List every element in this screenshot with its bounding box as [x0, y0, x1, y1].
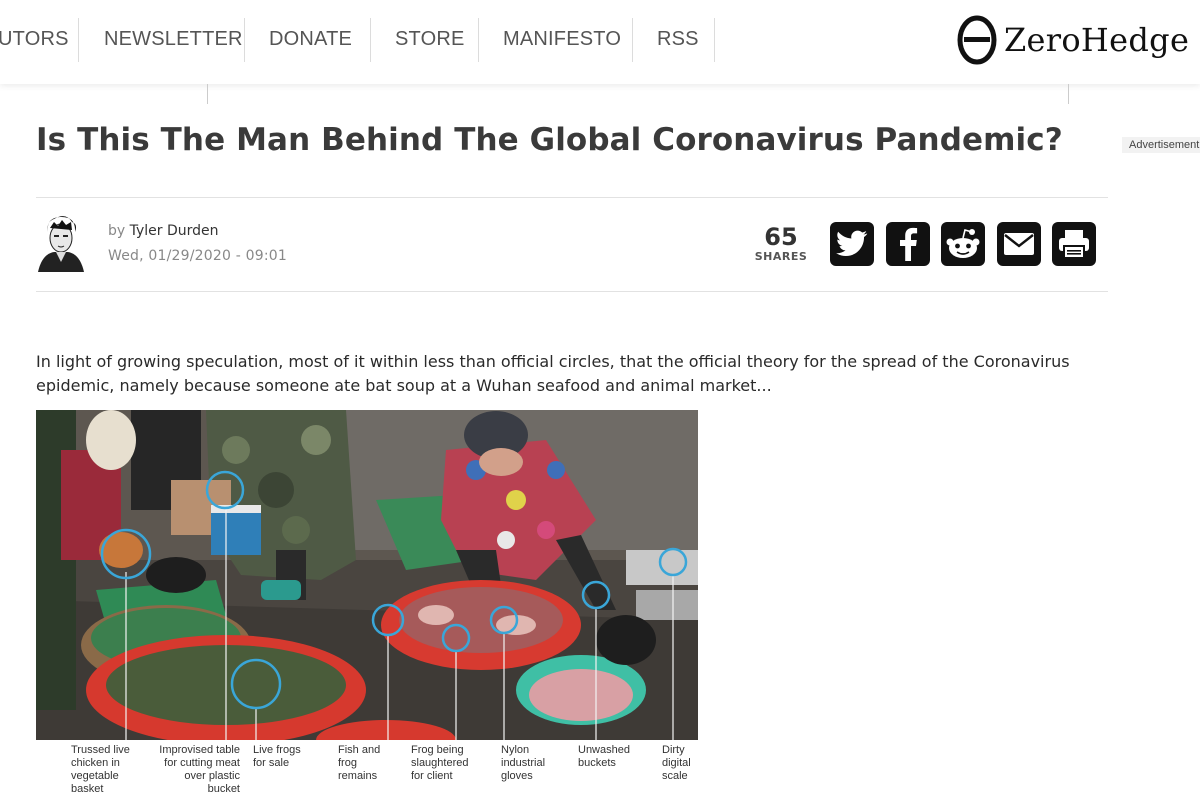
caption-table: Improvised table for cutting meat over p…	[159, 744, 240, 795]
publish-date: Wed, 01/29/2020 - 09:01	[108, 248, 288, 264]
nav-divider	[78, 18, 79, 62]
author-avatar[interactable]	[36, 214, 86, 272]
meta-divider	[36, 291, 1108, 292]
subnav-divider	[1068, 84, 1069, 104]
share-counter: 65 SHARES	[752, 224, 810, 263]
print-icon	[1059, 230, 1089, 258]
site-logo[interactable]: ZeroHedge	[956, 12, 1189, 68]
advertisement-label: Advertisement	[1122, 137, 1200, 153]
twitter-icon	[836, 230, 868, 256]
nav-divider	[244, 18, 245, 62]
zerohedge-logo-icon	[957, 15, 997, 65]
nav-donate[interactable]: DONATE	[269, 0, 352, 78]
author-name[interactable]: Tyler Durden	[130, 223, 219, 239]
article-title: Is This The Man Behind The Global Corona…	[36, 122, 1063, 158]
caption-chicken: Trussed live chicken in vegetable basket	[71, 744, 130, 795]
reddit-icon	[946, 229, 980, 258]
logo-wordmark: ZeroHedge	[1004, 21, 1190, 59]
nav-divider	[632, 18, 633, 62]
header-divider	[36, 197, 1108, 198]
nav-divider	[714, 18, 715, 62]
wuhan-market-photo	[36, 410, 698, 740]
share-count: 65	[764, 223, 798, 251]
share-label: SHARES	[754, 250, 808, 263]
caption-frogs: Live frogs for sale	[253, 744, 301, 769]
caption-slaughter: Frog being slaughtered for client	[411, 744, 469, 782]
email-icon	[1004, 233, 1034, 255]
nav-divider	[370, 18, 371, 62]
share-facebook-button[interactable]	[886, 222, 930, 266]
nav-divider	[478, 18, 479, 62]
subnav-divider	[207, 84, 208, 104]
caption-buckets: Unwashed buckets	[578, 744, 630, 769]
nav-rss[interactable]: RSS	[657, 0, 699, 78]
nav-store[interactable]: STORE	[395, 0, 465, 78]
top-navigation: UTORS NEWSLETTER DONATE STORE MANIFESTO …	[0, 0, 1200, 84]
nav-contributors[interactable]: UTORS	[0, 0, 69, 78]
caption-remains: Fish and frog remains	[338, 744, 381, 782]
nav-newsletter[interactable]: NEWSLETTER	[104, 0, 243, 78]
share-email-button[interactable]	[997, 222, 1041, 266]
nav-manifesto[interactable]: MANIFESTO	[503, 0, 621, 78]
byline: by Tyler Durden	[108, 223, 219, 239]
byline-prefix: by	[108, 223, 126, 239]
share-print-button[interactable]	[1052, 222, 1096, 266]
caption-scale: Dirty digital scale	[662, 744, 691, 782]
article-lead-paragraph: In light of growing speculation, most of…	[36, 352, 1070, 395]
caption-gloves: Nylon industrial gloves	[501, 744, 546, 782]
share-reddit-button[interactable]	[941, 222, 985, 266]
facebook-icon	[900, 227, 918, 261]
figure-captions: Trussed live chicken in vegetable basket…	[36, 740, 698, 800]
share-twitter-button[interactable]	[830, 222, 874, 266]
